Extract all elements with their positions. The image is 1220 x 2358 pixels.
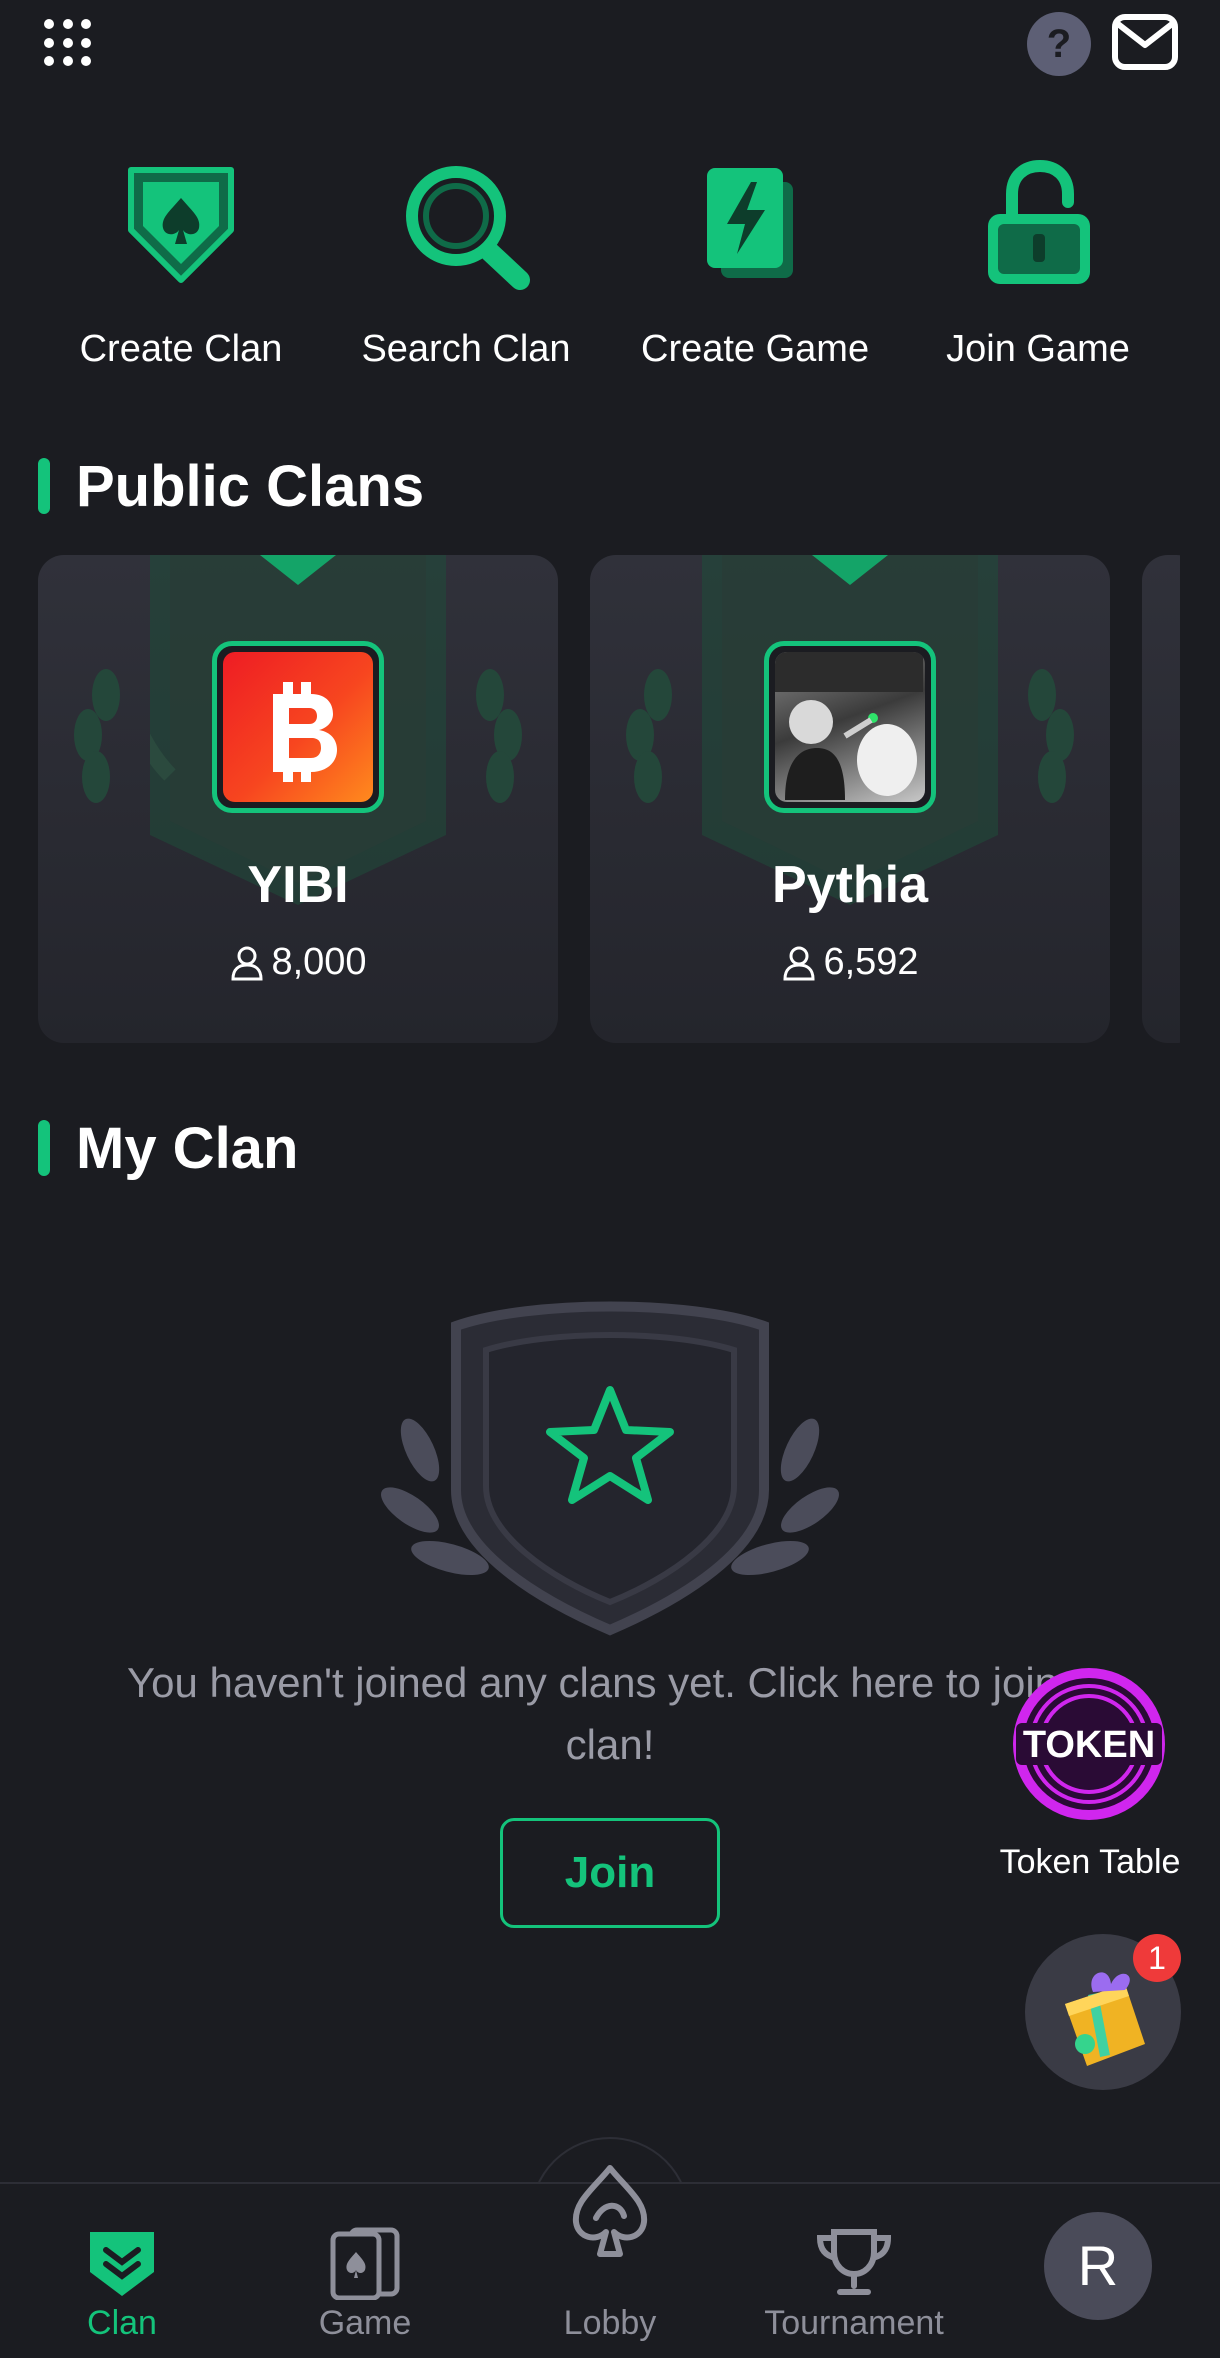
- section-accent-bar: [38, 458, 50, 514]
- avatar[interactable]: R: [1044, 2212, 1152, 2320]
- nav-tournament[interactable]: Tournament: [744, 2184, 964, 2358]
- member-icon: [783, 946, 815, 980]
- public-clans-header: Public Clans: [38, 454, 424, 519]
- clan-card[interactable]: YIBI 8,000: [38, 555, 558, 1043]
- join-button[interactable]: Join: [500, 1818, 720, 1928]
- public-clans-carousel[interactable]: YIBI 8,000 Pythia 6,592: [38, 555, 1180, 1045]
- create-clan-label: Create Clan: [79, 328, 283, 370]
- clan-card-partial[interactable]: [1142, 555, 1180, 1043]
- clan-member-count: 6,592: [590, 941, 1110, 984]
- nav-game-label: Game: [318, 2304, 412, 2342]
- my-clan-title: My Clan: [76, 1115, 299, 1181]
- clan-name: Pythia: [771, 856, 929, 914]
- member-count-value: 6,592: [823, 941, 919, 983]
- laurel-left-icon: [626, 669, 672, 803]
- search-clan-label: Search Clan: [361, 328, 571, 370]
- search-clan-button[interactable]: Search Clan: [356, 150, 576, 380]
- clan-member-count: 8,000: [38, 941, 558, 984]
- mail-icon[interactable]: [1112, 14, 1178, 70]
- create-clan-button[interactable]: Create Clan: [71, 150, 291, 380]
- join-game-button[interactable]: Join Game: [928, 150, 1148, 380]
- spade-shield-icon: [128, 167, 234, 283]
- token-table-label: Token Table: [999, 1843, 1181, 1881]
- public-clans-title: Public Clans: [76, 453, 425, 519]
- clan-logo: [764, 641, 936, 813]
- lobby-spade-icon: [572, 2165, 648, 2257]
- nav-clan-label: Clan: [87, 2304, 157, 2342]
- nav-game[interactable]: Game: [255, 2184, 475, 2358]
- token-table-button[interactable]: TOKEN: [1010, 1665, 1168, 1823]
- section-accent-bar: [38, 1120, 50, 1176]
- lightning-card-icon: [707, 168, 793, 278]
- clan-logo: [212, 641, 384, 813]
- trophy-icon: [816, 2229, 892, 2295]
- top-bar: ?: [0, 0, 1220, 90]
- clan-name: YIBI: [247, 856, 349, 914]
- bottom-navigation: Clan Game Lobby Tournament: [0, 2165, 1220, 2358]
- token-badge-text: TOKEN: [1023, 1724, 1155, 1766]
- gift-count-badge: 1: [1133, 1934, 1181, 1982]
- pythia-logo-image-icon: [775, 652, 923, 800]
- grid-menu-icon[interactable]: [44, 19, 92, 67]
- nav-lobby[interactable]: Lobby: [500, 2165, 720, 2358]
- empty-clan-message[interactable]: You haven't joined any clans yet. Click …: [100, 1652, 1120, 1776]
- create-game-label: Create Game: [641, 328, 870, 370]
- help-icon[interactable]: ?: [1027, 12, 1091, 76]
- bitcoin-logo-icon: [273, 682, 337, 782]
- laurel-right-icon: [476, 669, 522, 803]
- member-count-value: 8,000: [271, 941, 367, 983]
- member-icon: [231, 946, 263, 980]
- game-cards-icon: [330, 2227, 400, 2300]
- empty-clan-shield-illustration: [381, 1301, 839, 1636]
- clan-nav-icon: [90, 2232, 154, 2296]
- unlock-icon: [988, 160, 1090, 284]
- laurel-right-icon: [1028, 669, 1074, 803]
- nav-clan[interactable]: Clan: [12, 2184, 232, 2358]
- nav-tournament-label: Tournament: [764, 2304, 944, 2342]
- join-game-label: Join Game: [946, 328, 1130, 370]
- laurel-left-icon: [74, 669, 120, 803]
- quick-actions: Create Clan Search Clan Create Game Join…: [0, 150, 1220, 380]
- create-game-button[interactable]: Create Game: [641, 150, 870, 380]
- clan-card[interactable]: Pythia 6,592: [590, 555, 1110, 1043]
- my-clan-header: My Clan: [38, 1116, 298, 1181]
- search-icon: [406, 166, 530, 290]
- nav-lobby-label: Lobby: [563, 2304, 657, 2342]
